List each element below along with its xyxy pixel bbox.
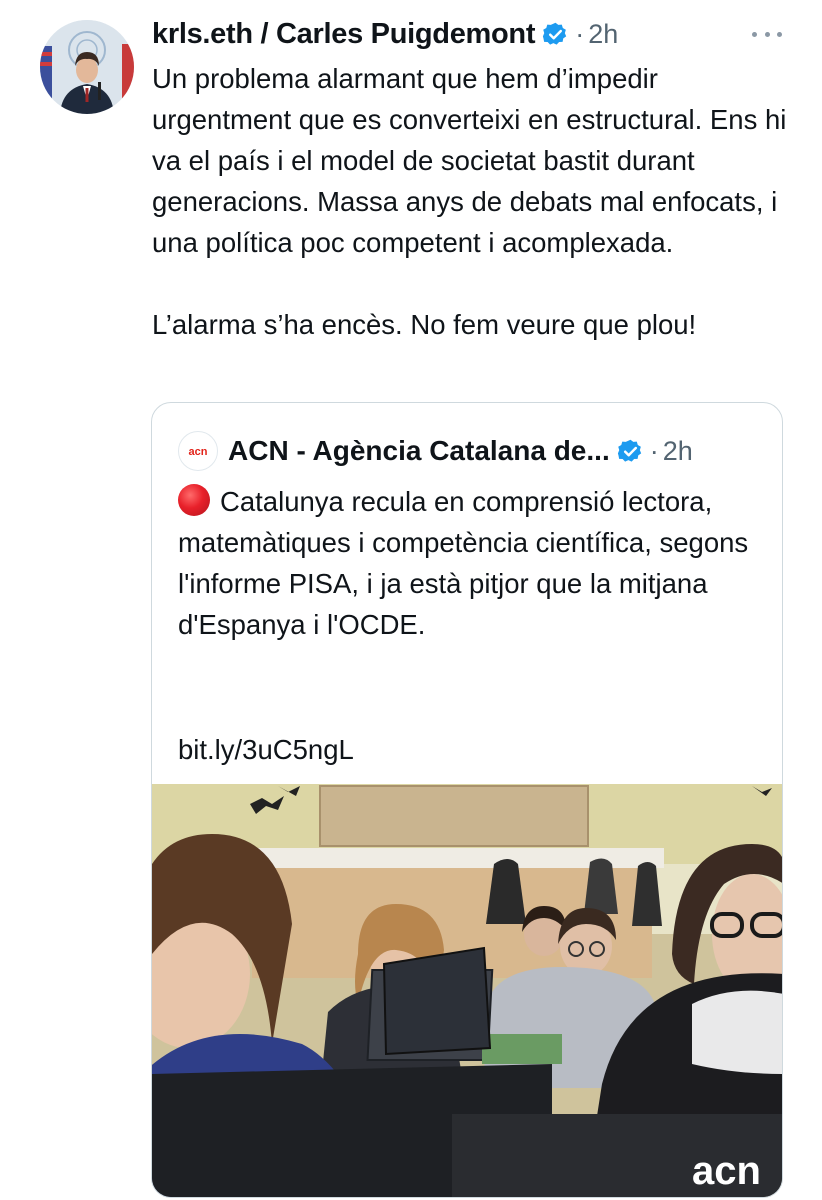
tweet-paragraph: L’alarma s’ha encès. No fem veure que pl… [152,309,697,340]
red-circle-emoji [178,484,210,516]
verified-badge-icon [617,438,644,465]
author-avatar[interactable] [40,20,134,114]
quoted-tweet-time[interactable]: 2h [663,436,693,467]
acn-logo-avatar[interactable]: acn [178,431,218,471]
quoted-tweet-image[interactable]: acn [152,784,782,1197]
quoted-tweet-card[interactable]: acn ACN - Agència Catalana de... · 2h Ca… [151,402,783,1198]
acn-logo-text: acn [189,446,208,458]
author-name[interactable]: krls.eth / Carles Puigdemont [152,18,536,51]
tweet-time[interactable]: 2h [588,19,618,50]
quoted-tweet-text: Catalunya recula en comprensió lectora, … [178,486,749,640]
verified-badge-icon [542,21,569,48]
tweet-header: krls.eth / Carles Puigdemont · 2h [152,14,618,54]
quoted-tweet-body: Catalunya recula en comprensió lectora, … [178,481,758,645]
quoted-tweet-link[interactable]: bit.ly/3uC5ngL [178,729,354,770]
more-options-icon[interactable] [752,22,782,46]
quoted-author-name[interactable]: ACN - Agència Catalana de... [228,435,610,467]
separator-dot: · [649,435,659,466]
quoted-tweet-header: acn ACN - Agència Catalana de... · 2h [178,431,693,471]
tweet-paragraph: Un problema alarmant que hem d’impedir u… [152,63,787,258]
tweet-body: Un problema alarmant que hem d’impedir u… [152,58,792,345]
image-watermark-acn: acn [692,1149,761,1193]
separator-dot: · [575,18,585,49]
